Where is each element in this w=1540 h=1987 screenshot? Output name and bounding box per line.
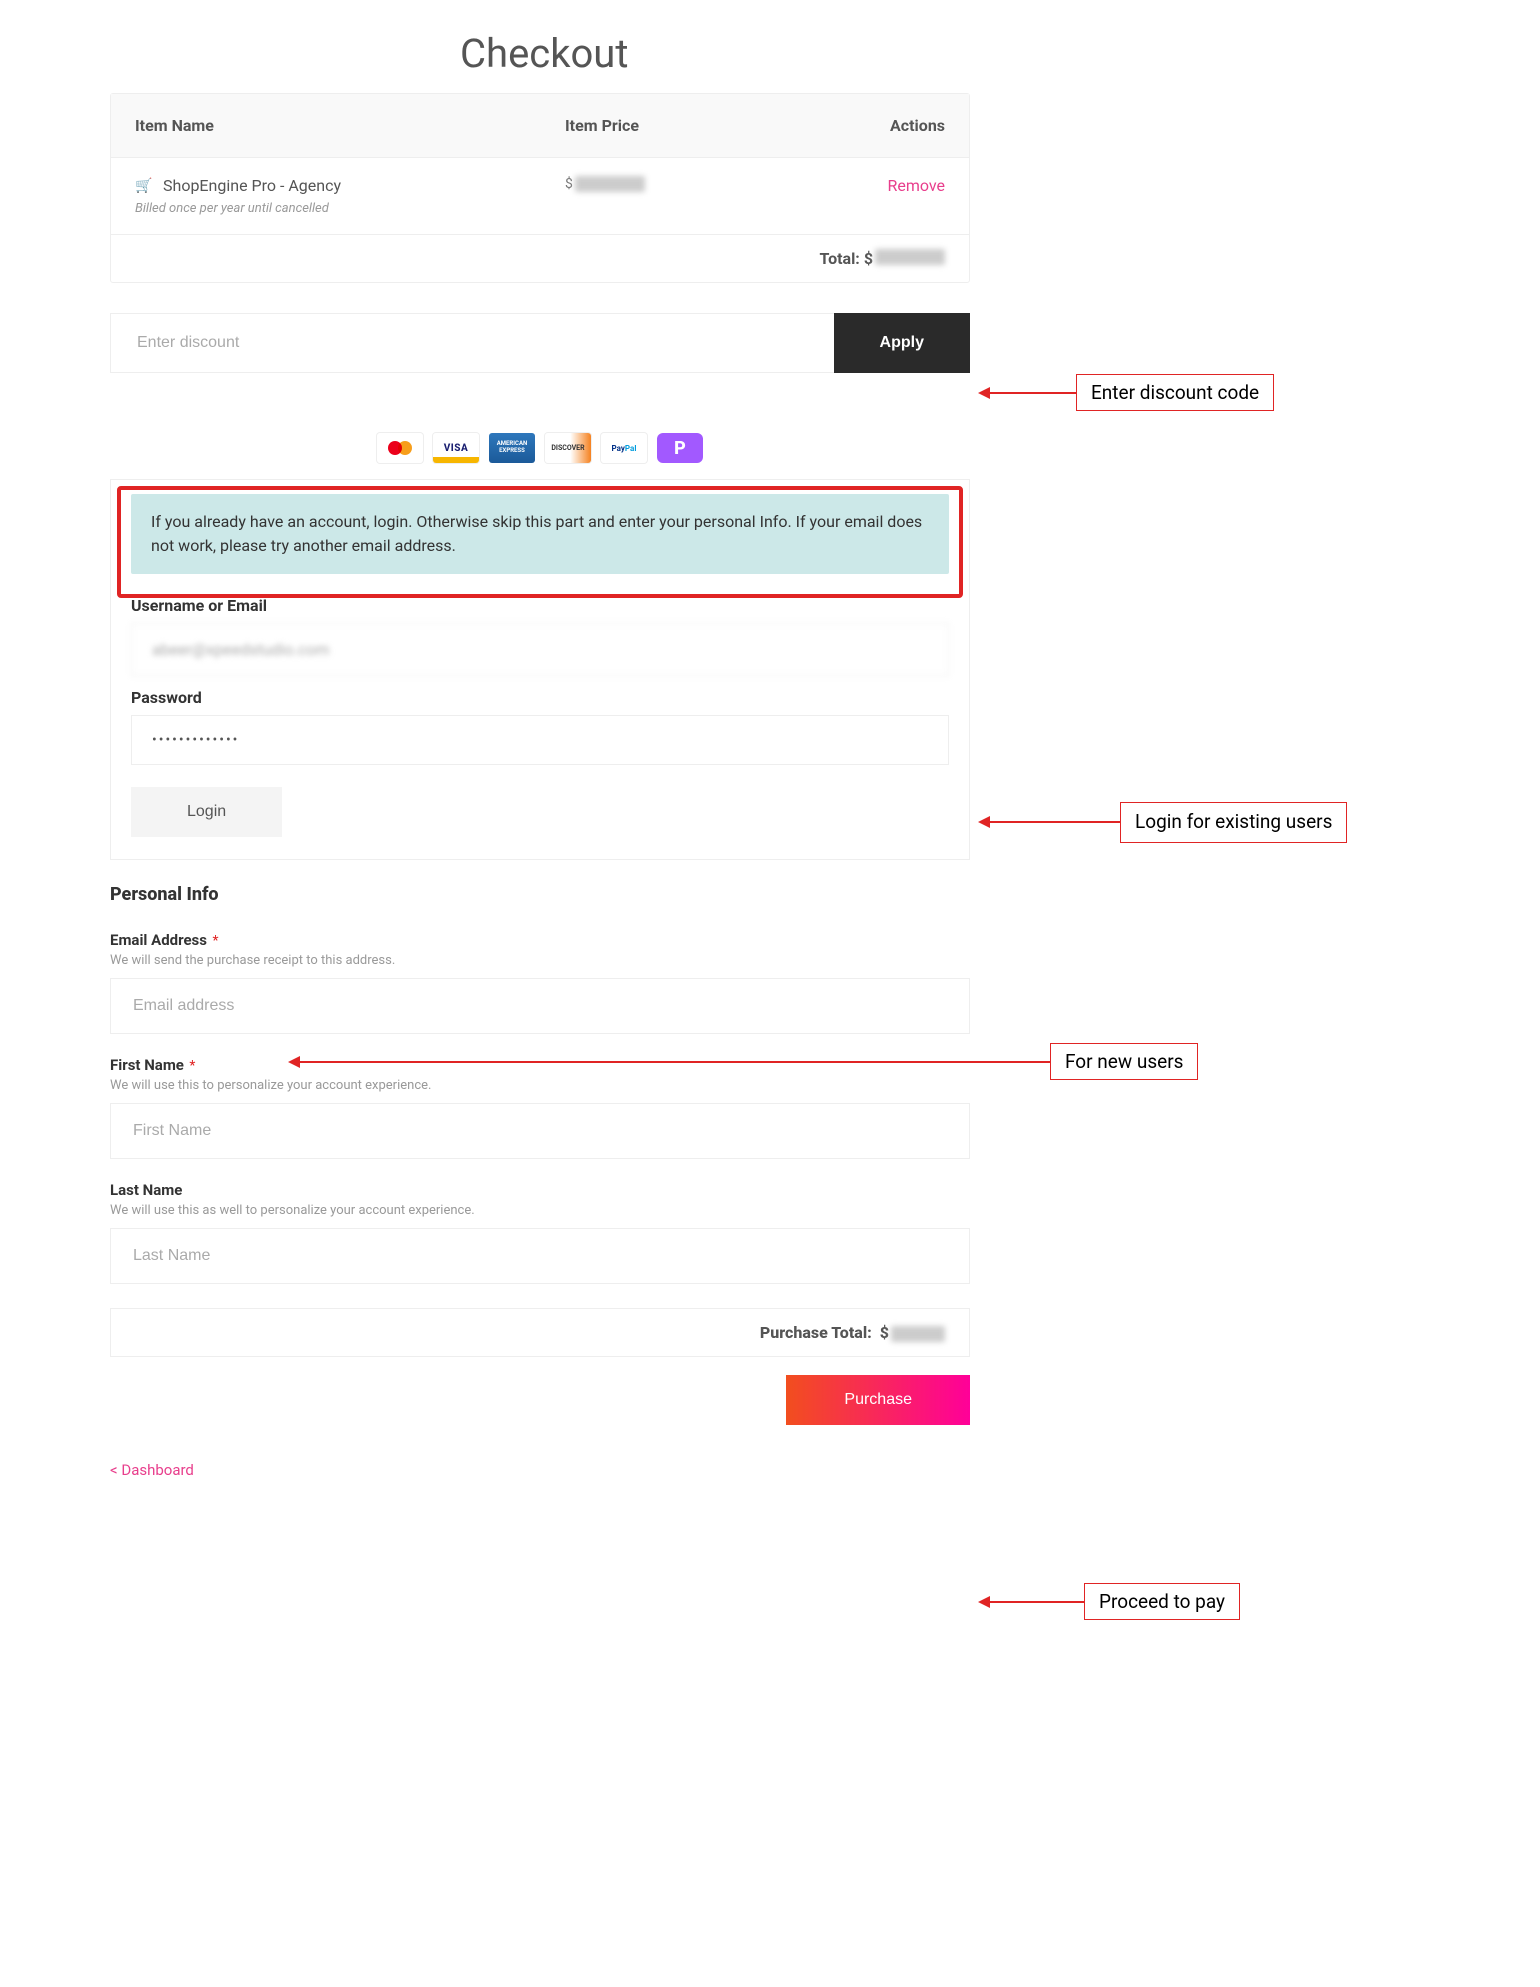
first-name-label: First Name bbox=[110, 1056, 184, 1074]
page-title: Checkout bbox=[460, 30, 1430, 77]
table-row: 🛒 ShopEngine Pro - Agency Billed once pe… bbox=[111, 158, 969, 235]
last-name-help-text: We will use this as well to personalize … bbox=[110, 1203, 970, 1218]
table-total-row: Total: $ bbox=[111, 235, 969, 282]
item-name: ShopEngine Pro - Agency bbox=[163, 176, 341, 195]
paddle-icon: P bbox=[657, 433, 703, 463]
personal-info-title: Personal Info bbox=[110, 884, 970, 905]
remove-item-link[interactable]: Remove bbox=[887, 176, 945, 195]
required-mark: * bbox=[212, 933, 218, 949]
annotation-discount-text: Enter discount code bbox=[1076, 374, 1274, 411]
total-label: Total: bbox=[820, 249, 860, 268]
purchase-button-row: Purchase bbox=[110, 1375, 970, 1425]
visa-icon: VISA bbox=[433, 433, 479, 463]
mastercard-icon bbox=[377, 433, 423, 463]
item-price-value bbox=[575, 176, 645, 192]
last-name-input[interactable] bbox=[110, 1228, 970, 1284]
purchase-total-currency: $ bbox=[880, 1323, 889, 1342]
purchase-total-value bbox=[891, 1326, 945, 1342]
login-section: If you already have an account, login. O… bbox=[110, 479, 970, 860]
apply-discount-button[interactable]: Apply bbox=[834, 313, 970, 373]
dashboard-link[interactable]: < Dashboard bbox=[110, 1461, 194, 1479]
purchase-total-label: Purchase Total: bbox=[760, 1323, 872, 1342]
item-subtitle: Billed once per year until cancelled bbox=[135, 201, 565, 216]
password-input[interactable]: ••••••••••••• bbox=[131, 715, 949, 765]
personal-info-section: Personal Info Email Address * We will se… bbox=[110, 884, 970, 1284]
annotation-login: Login for existing users bbox=[980, 802, 1347, 843]
email-field-block: Email Address * We will send the purchas… bbox=[110, 931, 970, 1034]
discount-input[interactable] bbox=[110, 313, 834, 373]
cart-items-table: Item Name Item Price Actions 🛒 ShopEngin… bbox=[110, 93, 970, 283]
username-label: Username or Email bbox=[131, 596, 949, 615]
discover-icon: DISCOVER bbox=[545, 433, 591, 463]
last-name-field-block: Last Name We will use this as well to pe… bbox=[110, 1181, 970, 1284]
amex-icon: AMERICANEXPRESS bbox=[489, 433, 535, 463]
total-value bbox=[875, 249, 945, 265]
col-header-name: Item Name bbox=[135, 116, 565, 135]
annotation-personal-text: For new users bbox=[1050, 1043, 1198, 1080]
first-name-field-block: First Name * We will use this to persona… bbox=[110, 1056, 970, 1159]
annotation-discount: Enter discount code bbox=[980, 374, 1274, 411]
first-name-input[interactable] bbox=[110, 1103, 970, 1159]
annotation-purchase-text: Proceed to pay bbox=[1084, 1583, 1240, 1620]
last-name-label: Last Name bbox=[110, 1181, 182, 1199]
annotation-login-text: Login for existing users bbox=[1120, 802, 1347, 843]
email-label: Email Address bbox=[110, 931, 207, 949]
total-currency: $ bbox=[864, 249, 873, 268]
item-price-currency: $ bbox=[565, 176, 573, 192]
annotation-purchase: Proceed to pay bbox=[980, 1583, 1240, 1620]
col-header-price: Item Price bbox=[565, 116, 765, 135]
email-input[interactable] bbox=[110, 978, 970, 1034]
table-header: Item Name Item Price Actions bbox=[111, 94, 969, 158]
discount-row: Apply bbox=[110, 313, 970, 373]
username-input[interactable]: abeer@xpeedstudio.com bbox=[131, 623, 949, 676]
first-name-help-text: We will use this to personalize your acc… bbox=[110, 1078, 970, 1093]
purchase-button[interactable]: Purchase bbox=[786, 1375, 970, 1425]
password-label: Password bbox=[131, 688, 949, 707]
payment-icons-row: VISA AMERICANEXPRESS DISCOVER PayPal P bbox=[110, 433, 970, 463]
login-info-message: If you already have an account, login. O… bbox=[131, 494, 949, 574]
required-mark: * bbox=[189, 1058, 195, 1074]
shopping-cart-icon: 🛒 bbox=[135, 177, 153, 195]
email-help-text: We will send the purchase receipt to thi… bbox=[110, 953, 970, 968]
purchase-total-row: Purchase Total: $ bbox=[110, 1308, 970, 1357]
paypal-icon: PayPal bbox=[601, 433, 647, 463]
col-header-actions: Actions bbox=[765, 116, 945, 135]
login-button[interactable]: Login bbox=[131, 787, 282, 837]
